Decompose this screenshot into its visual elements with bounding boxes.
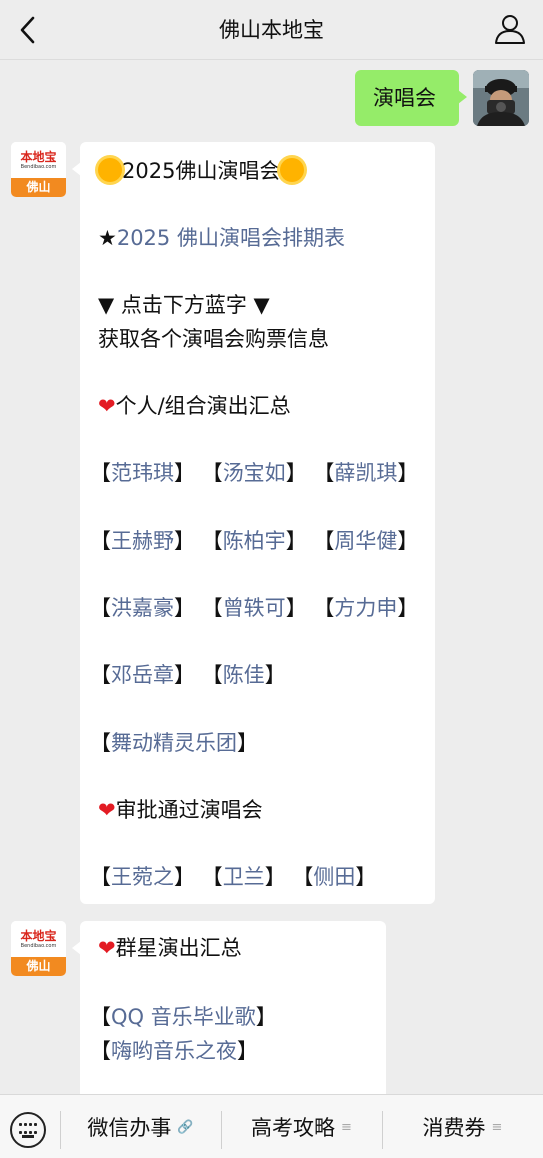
artist-link[interactable]: 王赫野 — [111, 529, 174, 553]
artist-row: 【范玮琪】 【汤宝如】 【薛凯琪】 — [90, 461, 419, 485]
menu-label: 微信办事 — [87, 1116, 172, 1140]
bottom-menu-bar: 微信办事 🔗 高考攻略 ≡ 消费券 ≡ — [0, 1094, 543, 1158]
artist-row: 【王赫野】 【陈柏宇】 【周华健】 — [90, 529, 419, 553]
click-hint-2: 获取各个演唱会购票信息 — [98, 327, 329, 351]
heart-icon: ❤ — [98, 936, 116, 960]
click-hint: ▼ 点击下方蓝字 ▼ — [98, 293, 270, 317]
section-header-approved: ❤审批通过演唱会 — [98, 795, 263, 825]
account-avatar[interactable]: 本地宝 Bendibao.com 佛山 — [11, 142, 66, 197]
section-title-group: 群星演出汇总 — [115, 936, 242, 960]
artist-link[interactable]: 周华健 — [334, 529, 397, 553]
page-title: 佛山本地宝 — [219, 18, 324, 42]
event-link[interactable]: QQ 音乐毕业歌 — [111, 1005, 256, 1029]
sun-icon — [280, 158, 305, 182]
menu-label: 高考攻略 — [251, 1116, 336, 1140]
schedule-line: ★2025 佛山演唱会排期表 — [98, 223, 345, 253]
artist-link[interactable]: 范玮琪 — [111, 461, 174, 485]
artist-link[interactable]: 汤宝如 — [223, 461, 286, 485]
logo-text: 本地宝 — [20, 149, 57, 164]
schedule-link[interactable]: 2025 佛山演唱会排期表 — [117, 226, 345, 250]
artist-link[interactable]: 方力申 — [334, 596, 397, 620]
link-icon: 🔗 — [177, 1119, 194, 1135]
nav-bar: 佛山本地宝 — [0, 0, 543, 60]
section-header-group: ❤群星演出汇总 — [98, 933, 242, 963]
artist-row: 【王菀之】 【卫兰】 【侧田】 — [90, 865, 377, 889]
message-bubble-concerts: 2025佛山演唱会 ★2025 佛山演唱会排期表 ▼ 点击下方蓝字 ▼ 获取各个… — [72, 142, 435, 904]
logo-city: 佛山 — [11, 178, 66, 197]
title-line: 2025佛山演唱会 — [98, 156, 305, 186]
artist-link[interactable]: 邓岳章 — [111, 663, 174, 687]
menu-item-vouchers[interactable]: 消费券 ≡ — [382, 1095, 543, 1158]
section-title-solo: 个人/组合演出汇总 — [115, 394, 291, 418]
artist-link[interactable]: 陈柏宇 — [223, 529, 286, 553]
menu-label: 消费券 — [422, 1116, 486, 1140]
event-row: 【QQ 音乐毕业歌】 — [90, 1005, 277, 1029]
artist-link[interactable]: 王菀之 — [111, 865, 174, 889]
section-header-solo: ❤个人/组合演出汇总 — [98, 391, 291, 421]
heart-icon: ❤ — [98, 394, 116, 418]
artist-link[interactable]: 陈佳 — [223, 663, 265, 687]
menu-item-gaokao[interactable]: 高考攻略 ≡ — [221, 1095, 382, 1158]
logo-url: Bendibao.com — [20, 942, 57, 949]
artist-row: 【洪嘉豪】 【曾轶可】 【方力申】 — [90, 596, 419, 620]
artist-row: 【舞动精灵乐团】 — [90, 731, 258, 755]
submenu-icon: ≡ — [341, 1119, 352, 1135]
event-link[interactable]: 嗨哟音乐之夜 — [111, 1039, 237, 1063]
artist-link[interactable]: 卫兰 — [223, 865, 265, 889]
menu-item-wechat-services[interactable]: 微信办事 🔗 — [60, 1095, 221, 1158]
event-row: 【嗨哟音乐之夜】 — [90, 1039, 258, 1063]
logo-text: 本地宝 — [20, 928, 57, 943]
artist-link[interactable]: 侧田 — [313, 865, 355, 889]
sun-icon — [98, 158, 122, 182]
message-title: 2025佛山演唱会 — [122, 159, 281, 183]
my-message-bubble: 演唱会 — [355, 70, 467, 126]
my-avatar[interactable] — [473, 70, 529, 126]
star-icon: ★ — [98, 226, 117, 250]
message-bubble-group: ❤群星演出汇总 【QQ 音乐毕业歌】 【嗨哟音乐之夜】 — [72, 921, 386, 1094]
my-message-text: 演唱会 — [373, 86, 436, 110]
account-avatar[interactable]: 本地宝 Bendibao.com 佛山 — [11, 921, 66, 976]
artist-link[interactable]: 洪嘉豪 — [111, 596, 174, 620]
artist-link[interactable]: 曾轶可 — [223, 596, 286, 620]
section-title-approved: 审批通过演唱会 — [115, 798, 263, 822]
keyboard-icon[interactable] — [10, 1112, 46, 1148]
submenu-icon: ≡ — [491, 1119, 503, 1135]
user-profile-icon[interactable] — [493, 12, 527, 46]
logo-url: Bendibao.com — [20, 163, 57, 170]
artist-link[interactable]: 舞动精灵乐团 — [111, 731, 237, 755]
logo-city: 佛山 — [11, 957, 66, 976]
artist-link[interactable]: 薛凯琪 — [334, 461, 397, 485]
heart-icon: ❤ — [98, 798, 116, 822]
artist-row: 【邓岳章】 【陈佳】 — [90, 663, 286, 687]
